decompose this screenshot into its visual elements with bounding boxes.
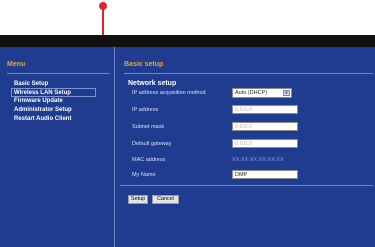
ip-method-select[interactable]: Auto (DHCP) ▼ [232,88,292,98]
chevron-down-icon[interactable]: ▼ [283,90,290,96]
default-gateway-label: Default gateway [132,141,172,147]
menu-item-basic-setup[interactable]: Basic Setup [14,80,72,89]
menu-item-firmware-update[interactable]: Firmware Update [14,97,72,106]
mac-address-value: XX:XX:XX:XX:XX:XX [232,157,284,163]
callout-dot [99,2,107,10]
setup-button[interactable]: Setup [128,195,148,204]
menu-item-restart-audio-client[interactable]: Restart Audio Client [14,115,72,124]
menu-item-wireless-lan-setup[interactable]: Wireless LAN Setup [14,89,72,98]
subnet-mask-field[interactable] [232,122,298,131]
section-heading: Network setup [128,80,177,87]
ip-address-label: IP address [132,107,159,113]
menu-divider [7,73,110,74]
ip-method-label: IP address acquisition method [132,90,206,96]
subnet-mask-label: Subnet mask [132,124,165,130]
menu-title: Menu [7,61,26,68]
menu-panel: Menu Basic Setup Wireless LAN Setup Firm… [0,47,115,247]
device-config-screen: Menu Basic Setup Wireless LAN Setup Firm… [0,35,375,247]
cancel-button[interactable]: Cancel [152,195,179,204]
menu-list: Basic Setup Wireless LAN Setup Firmware … [14,80,72,124]
page-title: Basic setup [124,61,164,68]
my-name-label: My Name [132,172,156,178]
title-divider [124,73,373,74]
my-name-field[interactable] [232,170,298,179]
top-bar [0,35,375,47]
form-divider [120,185,373,186]
main-panel: Basic setup Network setup IP address acq… [116,47,375,247]
ip-method-value: Auto (DHCP) [235,90,268,96]
ip-address-field[interactable] [232,105,298,114]
default-gateway-field[interactable] [232,139,298,148]
mac-address-label: MAC address [132,157,166,163]
menu-item-administrator-setup[interactable]: Administrator Setup [14,106,72,115]
